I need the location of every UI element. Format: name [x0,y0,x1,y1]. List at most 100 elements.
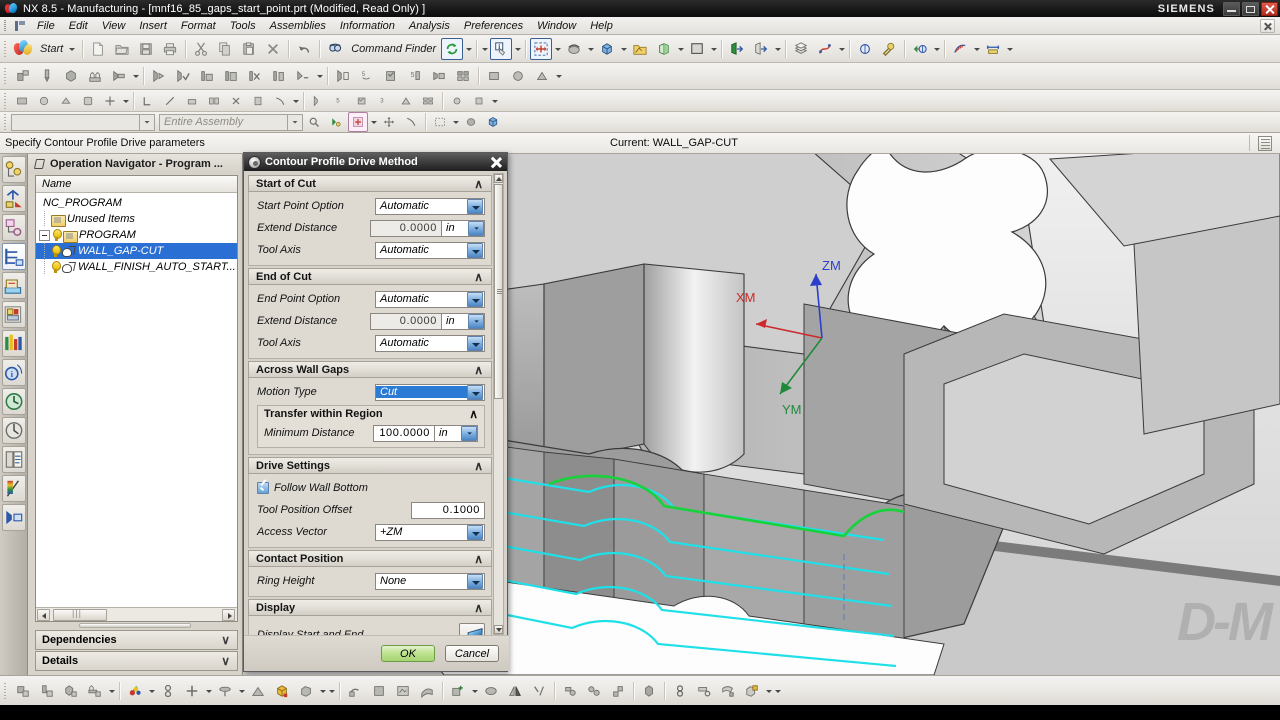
menu-item-analysis[interactable]: Analysis [402,18,457,34]
trace-icon[interactable] [401,112,421,132]
chevron-up-icon[interactable]: ∧ [474,270,483,284]
end-point-option-combo[interactable]: Automatic [375,290,485,308]
misc-tool-1-icon[interactable] [447,91,467,111]
shape-tool-1-icon[interactable] [12,91,32,111]
chevron-down-icon[interactable] [709,39,718,59]
chevron-down-icon[interactable] [764,681,773,701]
scrollbar-thumb[interactable] [494,184,503,399]
chevron-down-icon[interactable] [837,39,846,59]
menu-item-file[interactable]: File [30,18,62,34]
scroll-right-icon[interactable] [222,608,235,621]
chevron-up-icon[interactable]: ∧ [474,363,483,377]
options-gear-icon[interactable] [248,155,261,169]
menu-item-view[interactable]: View [95,18,133,34]
field-follow-wall-bottom[interactable]: Follow Wall Bottom [257,479,485,497]
toolbar-grip[interactable] [2,91,9,111]
collapse-expander-icon[interactable] [39,229,50,241]
verify-toolpath-icon[interactable] [172,65,194,87]
path-tool-4-icon[interactable]: 3 [374,91,394,111]
solid-body-icon[interactable] [483,112,503,132]
chevron-down-icon[interactable] [121,91,130,111]
geom-tool-2-icon[interactable] [160,91,180,111]
chevron-down-icon[interactable] [369,112,378,132]
motion-type-combo[interactable]: Cut [375,383,485,401]
group-header-start-of-cut[interactable]: Start of Cut ∧ [248,175,492,192]
menu-item-assemblies[interactable]: Assemblies [263,18,333,34]
chevron-down-icon[interactable] [773,39,782,59]
shaded-box-icon[interactable] [596,38,618,60]
chevron-down-icon[interactable] [467,335,483,351]
measure-distance-icon[interactable] [854,38,876,60]
scroll-left-icon[interactable] [37,608,50,621]
layer-folder-icon[interactable] [629,38,651,60]
history-icon[interactable] [1,388,26,415]
new-document-icon[interactable] [87,38,109,60]
create-operation-icon[interactable] [108,65,130,87]
cut-icon[interactable] [190,38,212,60]
menu-item-preferences[interactable]: Preferences [457,18,530,34]
extra-tool-3-icon[interactable] [531,65,553,87]
extra-tool-1-icon[interactable] [483,65,505,87]
rotate-view-icon[interactable] [563,38,585,60]
undo-icon[interactable] [293,38,315,60]
chevron-down-icon[interactable] [451,112,460,132]
chevron-down-icon[interactable] [470,681,479,701]
save-icon[interactable] [135,38,157,60]
chevron-down-icon[interactable] [972,39,981,59]
start-tool-axis-combo[interactable]: Automatic [375,241,485,259]
shaded-mode-icon[interactable] [461,112,481,132]
holder-icon[interactable] [583,680,605,702]
part-navigator-icon[interactable] [1,214,26,241]
chevron-down-icon[interactable] [315,66,324,86]
ok-button[interactable]: OK [381,645,435,662]
roles-icon[interactable] [1,446,26,473]
shape-tool-3-icon[interactable] [56,91,76,111]
analysis-key-icon[interactable] [878,38,900,60]
plane-icon[interactable] [214,680,236,702]
chevron-down-icon[interactable] [467,242,483,258]
shape-tool-5-icon[interactable] [100,91,120,111]
horizontal-scrollbar[interactable] [36,607,237,621]
list-item[interactable]: NC_PROGRAM [36,195,237,211]
path-tool-3-icon[interactable] [352,91,372,111]
menu-item-help[interactable]: Help [583,18,620,34]
assembly-navigator-icon[interactable] [1,156,26,183]
chevron-down-icon[interactable] [291,91,300,111]
chevron-down-icon[interactable] [107,681,116,701]
confirm-toolpath-icon[interactable] [268,65,290,87]
tool-shank-icon[interactable] [559,680,581,702]
close-document-icon[interactable] [1260,18,1275,33]
chevron-down-icon[interactable] [467,384,483,400]
hide-object-icon[interactable] [750,38,772,60]
toolbar-grip[interactable] [2,66,9,86]
copy-icon[interactable] [214,38,236,60]
section-view-icon[interactable] [653,38,675,60]
tree-column-header[interactable]: Name [36,176,237,193]
menu-item-window[interactable]: Window [530,18,583,34]
minimize-icon[interactable] [1223,1,1240,16]
generate-toolpath-icon[interactable] [148,65,170,87]
group-header-display[interactable]: Display ∧ [248,599,492,616]
chevron-down-icon[interactable] [318,681,327,701]
info-object-icon[interactable]: i [490,37,513,60]
chevron-down-icon[interactable] [619,39,628,59]
chevron-down-icon[interactable] [932,39,941,59]
group-header-contact-position[interactable]: Contact Position ∧ [248,550,492,567]
chevron-down-icon[interactable] [553,39,562,59]
output-cls-icon[interactable] [452,65,474,87]
command-finder-icon[interactable] [324,38,346,60]
chevron-down-icon[interactable] [467,198,483,214]
menu-item-format[interactable]: Format [174,18,223,34]
chevron-down-icon[interactable] [468,220,484,236]
start-extend-distance-input[interactable]: 0.0000 [370,219,442,237]
chevron-up-icon[interactable]: ∧ [474,601,483,615]
selection-filter-icon[interactable] [348,112,368,132]
chevron-up-icon[interactable]: ∧ [469,407,478,421]
spline-icon[interactable] [949,38,971,60]
dock-toggle-icon[interactable] [1,504,26,531]
simulate-icon[interactable] [428,65,450,87]
end-tool-axis-combo[interactable]: Automatic [375,334,485,352]
replay-icon[interactable] [196,65,218,87]
chevron-down-icon[interactable] [676,39,685,59]
shape-tool-4-icon[interactable] [78,91,98,111]
